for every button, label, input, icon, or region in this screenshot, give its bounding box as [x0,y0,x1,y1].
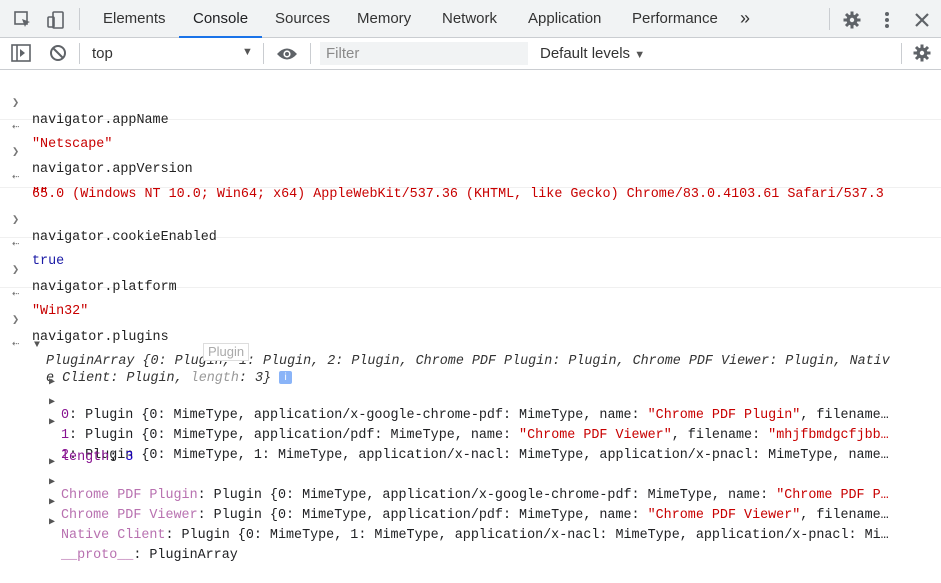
property-key: __proto__ [61,548,134,563]
tab-elements[interactable]: Elements [103,0,166,37]
expand-triangle-right-icon[interactable]: ▶ [49,394,55,412]
toolbar-divider [263,43,264,64]
more-options-icon[interactable] [876,9,898,31]
tab-sources[interactable]: Sources [275,0,330,37]
more-tabs-button[interactable]: » [740,0,750,37]
console-entry: ❯ navigator.appName ⇠ "Netscape" [0,70,941,152]
hover-tooltip: Plugin [203,343,250,361]
tab-console[interactable]: Console [178,0,263,38]
tabbar-divider [829,8,830,30]
filter-input[interactable] [320,42,528,65]
chevron-down-icon[interactable]: ▼ [242,46,253,58]
expand-triangle-down-icon[interactable]: ▼ [34,337,40,355]
live-expression-eye-icon[interactable] [276,43,298,65]
clear-console-icon[interactable] [47,42,69,64]
property-row[interactable]: ▶ __proto__: PluginArray [0,511,941,583]
show-sidebar-icon[interactable] [10,42,32,64]
console-messages: ❯ navigator.appName ⇠ "Netscape" ❯ navig… [0,70,941,563]
tab-memory[interactable]: Memory [357,0,411,37]
context-selector[interactable]: top [92,38,113,69]
console-toolbar: top ▼ Default levels ▼ [0,38,941,70]
devtools-tabbar: Elements Console Sources Memory Network … [0,0,941,38]
device-toolbar-icon[interactable] [45,9,67,31]
tabbar-divider [79,8,80,30]
default-levels-dropdown[interactable]: Default levels ▼ [540,38,645,69]
expand-triangle-right-icon[interactable]: ▶ [49,494,55,512]
expand-triangle-right-icon[interactable]: ▶ [49,374,55,392]
expand-triangle-right-icon[interactable]: ▶ [49,474,55,492]
expand-triangle-right-icon[interactable]: ▶ [49,454,55,472]
toolbar-divider [901,43,902,64]
console-entry: ❯ navigator.platform ⇠ "Win32" [0,238,941,319]
toolbar-divider [79,43,80,64]
settings-gear-icon[interactable] [841,9,863,31]
toolbar-divider [310,43,311,64]
tab-performance[interactable]: Performance [632,0,718,37]
default-levels-label: Default levels [540,45,631,62]
console-entry: ❯ navigator.appVersion ⇠ "5.0 (Windows N… [0,120,941,202]
tab-network[interactable]: Network [442,0,497,37]
expand-triangle-right-icon[interactable]: ▶ [49,414,55,432]
console-entry: ❯ navigator.cookieEnabled ⇠ true [0,188,941,269]
property-value: : PluginArray [133,548,238,563]
console-entry: ❯ navigator.plugins ⇠ PluginArray {0: Pl… [0,288,941,563]
close-icon[interactable] [911,9,933,31]
chevron-down-icon: ▼ [634,49,646,61]
inspect-element-icon[interactable] [12,9,34,31]
console-settings-gear-icon[interactable] [911,42,933,64]
tab-application[interactable]: Application [528,0,601,37]
